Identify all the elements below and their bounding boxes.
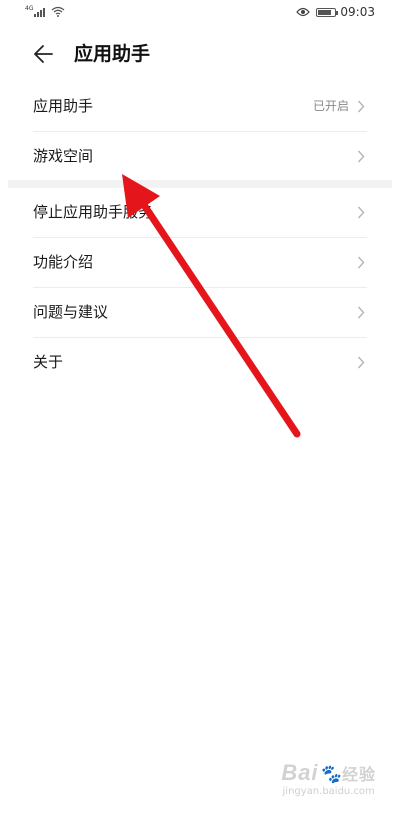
status-bar: 4G 09:03 — [0, 0, 400, 26]
battery-level-fill — [318, 9, 332, 15]
chevron-right-icon — [357, 206, 365, 219]
list-item-label: 应用助手 — [33, 97, 94, 115]
list-item-label: 关于 — [33, 353, 64, 371]
section-divider — [8, 180, 392, 188]
chevron-right-icon — [357, 100, 365, 113]
watermark-logo-text: Bai — [281, 760, 319, 785]
list-item-label: 游戏空间 — [33, 147, 94, 165]
status-time: 09:03 — [340, 5, 375, 19]
battery-icon — [316, 7, 339, 17]
list-item-label: 功能介绍 — [33, 253, 94, 271]
status-right: 09:03 — [296, 5, 375, 19]
back-arrow-icon — [34, 45, 53, 63]
list-item-label: 停止应用助手服务 — [33, 203, 154, 221]
chevron-right-icon — [357, 256, 365, 269]
chevron-right-icon — [357, 150, 365, 163]
app-bar: 应用助手 — [0, 26, 400, 82]
list-item-feedback[interactable]: 问题与建议 — [33, 288, 367, 338]
list-item-app-assistant[interactable]: 应用助手 已开启 — [33, 82, 367, 132]
status-value: 已开启 — [312, 99, 349, 113]
list-item-about[interactable]: 关于 — [33, 338, 367, 387]
list-item-stop-service[interactable]: 停止应用助手服务 — [33, 188, 367, 238]
list-item-game-space[interactable]: 游戏空间 — [33, 132, 367, 181]
status-left: 4G — [25, 6, 65, 17]
page-title: 应用助手 — [74, 43, 151, 65]
list-item-label: 问题与建议 — [33, 303, 109, 321]
watermark-logo: Bai🐾经验 — [281, 760, 376, 785]
watermark-logo-suffix: 经验 — [341, 767, 376, 784]
watermark: Bai🐾经验 jingyan.baidu.com — [281, 760, 376, 797]
wifi-icon — [52, 6, 65, 17]
watermark-url: jingyan.baidu.com — [282, 786, 375, 797]
settings-list-secondary: 停止应用助手服务 功能介绍 问题与建议 关于 — [0, 188, 400, 387]
back-button[interactable] — [30, 40, 58, 68]
chevron-right-icon — [357, 356, 365, 369]
settings-list-primary: 应用助手 已开启 游戏空间 — [0, 82, 400, 181]
list-item-feature-intro[interactable]: 功能介绍 — [33, 238, 367, 288]
network-type-label: 4G — [25, 5, 34, 12]
chevron-right-icon — [357, 306, 365, 319]
signal-icon — [34, 7, 46, 17]
eye-comfort-icon — [296, 7, 311, 17]
